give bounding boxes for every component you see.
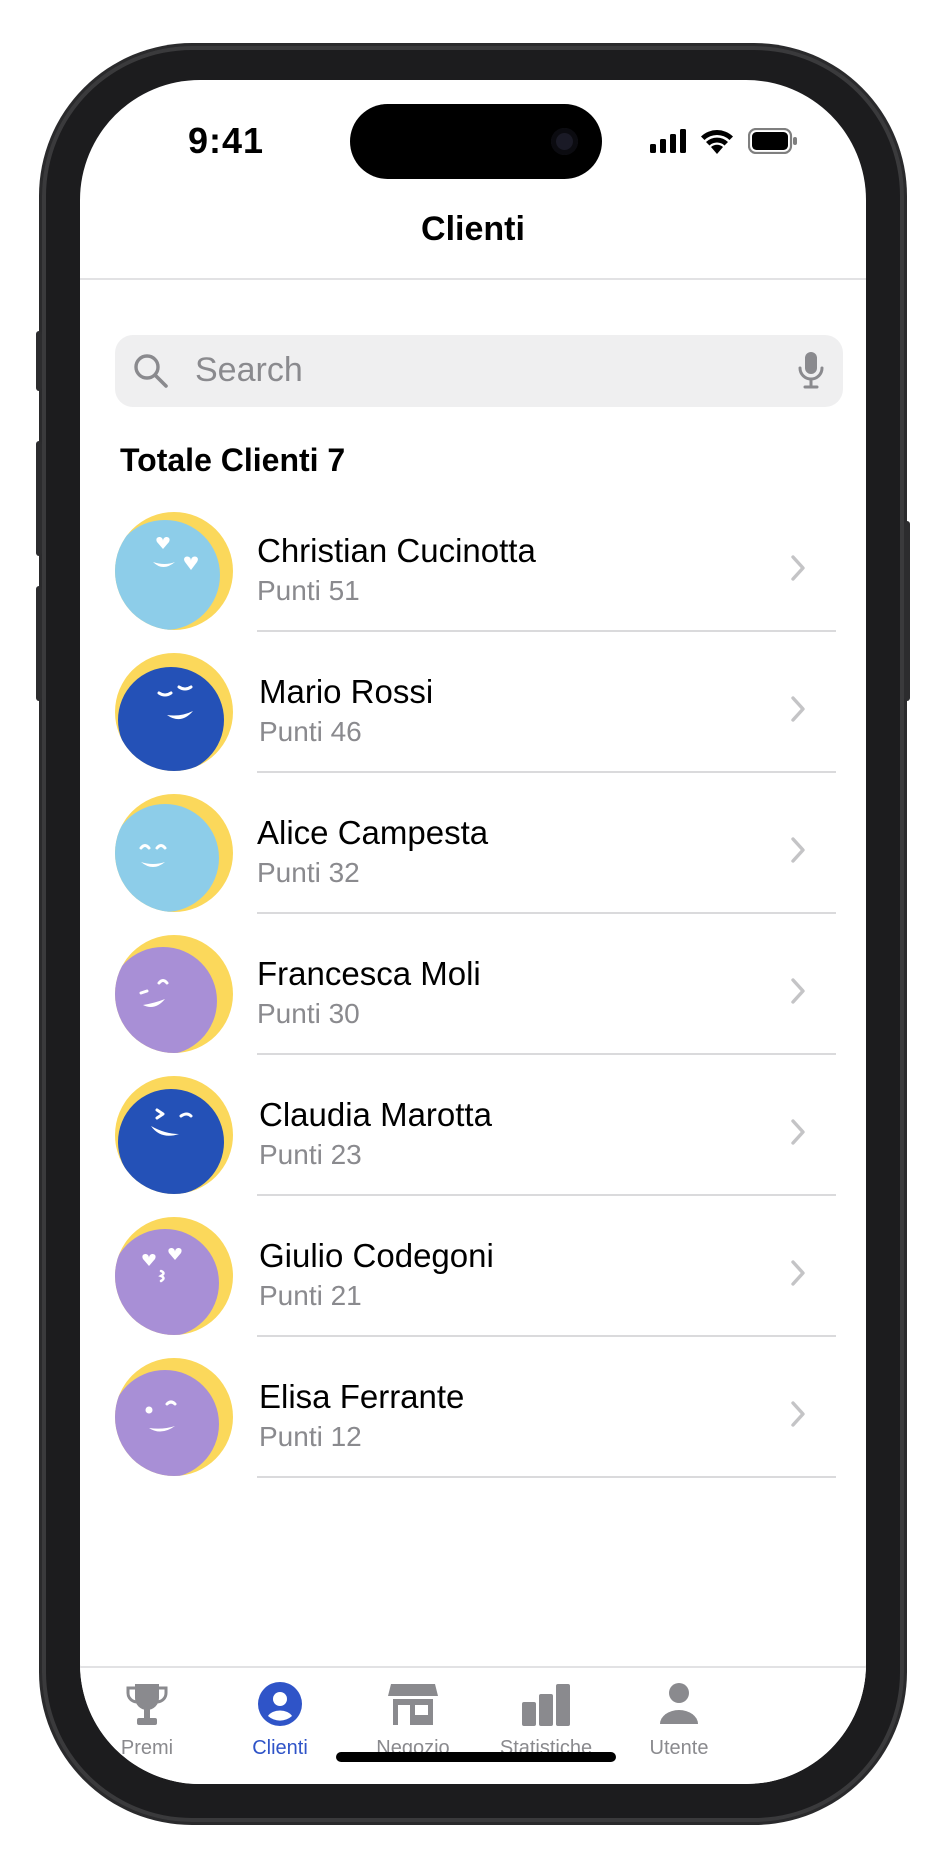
chevron-right-icon (791, 1401, 805, 1427)
client-points: Punti 46 (259, 716, 362, 747)
client-row[interactable]: Claudia Marotta Punti 23 (80, 1076, 866, 1217)
row-divider (257, 1053, 836, 1055)
search-placeholder: Search (195, 351, 303, 389)
tab-negozio[interactable]: Negozio (348, 1680, 478, 1760)
avatar (115, 935, 233, 1053)
chevron-right-icon (791, 837, 805, 863)
client-row[interactable]: Elisa Ferrante Punti 12 (80, 1358, 866, 1499)
avatar (115, 653, 233, 771)
client-name: Elisa Ferrante (259, 1378, 465, 1415)
client-name: Claudia Marotta (259, 1096, 492, 1133)
cellular-signal-icon (650, 129, 686, 153)
home-indicator[interactable] (336, 1752, 616, 1762)
client-row[interactable]: Alice Campesta Punti 32 (80, 794, 866, 935)
client-points: Punti 23 (259, 1139, 362, 1170)
client-list: Christian Cucinotta Punti 51 Mario Rossi… (80, 512, 866, 1499)
client-name: Francesca Moli (257, 955, 481, 992)
client-name: Christian Cucinotta (257, 532, 536, 569)
tab-label: Utente (649, 1737, 709, 1759)
tab-premi[interactable]: Premi (82, 1680, 212, 1760)
wifi-icon (701, 130, 733, 154)
person-circle-icon (258, 1682, 302, 1726)
row-divider (257, 630, 836, 632)
tab-utente[interactable]: Utente (614, 1680, 744, 1760)
dynamic-island (350, 104, 602, 179)
total-clients-label: Totale Clienti 7 (120, 442, 346, 478)
status-icons (650, 128, 798, 154)
avatar (115, 1076, 233, 1194)
chevron-right-icon (791, 1260, 805, 1286)
client-points: Punti 12 (259, 1421, 362, 1452)
battery-icon (748, 128, 797, 154)
search-bar[interactable]: Search (115, 335, 843, 407)
avatar (115, 1358, 233, 1476)
tab-statistiche[interactable]: Statistiche (481, 1680, 611, 1760)
client-name: Mario Rossi (259, 673, 434, 710)
client-row[interactable]: Christian Cucinotta Punti 51 (80, 512, 866, 653)
client-points: Punti 30 (257, 998, 360, 1029)
chevron-right-icon (791, 555, 805, 581)
client-row[interactable]: Francesca Moli Punti 30 (80, 935, 866, 1076)
microphone-icon[interactable] (797, 351, 825, 391)
avatar (115, 512, 233, 630)
screen: 9:41 Clienti Search Totale Clienti 7 Chr… (80, 80, 866, 1784)
volume-down-button (36, 586, 42, 701)
row-divider (257, 771, 836, 773)
avatar (115, 1217, 233, 1335)
storefront-icon (388, 1684, 438, 1725)
status-time: 9:41 (188, 120, 265, 161)
tab-label: Clienti (252, 1737, 308, 1759)
person-icon (660, 1683, 698, 1724)
chevron-right-icon (791, 696, 805, 722)
page-title: Clienti (421, 210, 525, 248)
row-divider (257, 912, 836, 914)
volume-up-button (36, 441, 42, 556)
trophy-icon (126, 1684, 168, 1725)
action-button (36, 331, 42, 391)
client-name: Alice Campesta (257, 814, 489, 851)
search-icon (134, 354, 168, 388)
client-name: Giulio Codegoni (259, 1237, 494, 1274)
row-divider (257, 1335, 836, 1337)
avatar (115, 794, 233, 912)
camera-icon (551, 128, 578, 155)
client-row[interactable]: Giulio Codegoni Punti 21 (80, 1217, 866, 1358)
tab-clienti[interactable]: Clienti (215, 1680, 345, 1760)
power-button (904, 521, 910, 701)
client-points: Punti 32 (257, 857, 360, 888)
chevron-right-icon (791, 1119, 805, 1145)
client-row[interactable]: Mario Rossi Punti 46 (80, 653, 866, 794)
tab-bar: Premi Clienti Negozio Statistiche Utente (80, 1666, 866, 1784)
chevron-right-icon (791, 978, 805, 1004)
row-divider (257, 1476, 836, 1478)
bar-chart-icon (522, 1684, 570, 1726)
row-divider (257, 1194, 836, 1196)
nav-divider (80, 278, 866, 280)
client-points: Punti 51 (257, 575, 360, 606)
tab-label: Premi (120, 1737, 174, 1759)
client-points: Punti 21 (259, 1280, 362, 1311)
